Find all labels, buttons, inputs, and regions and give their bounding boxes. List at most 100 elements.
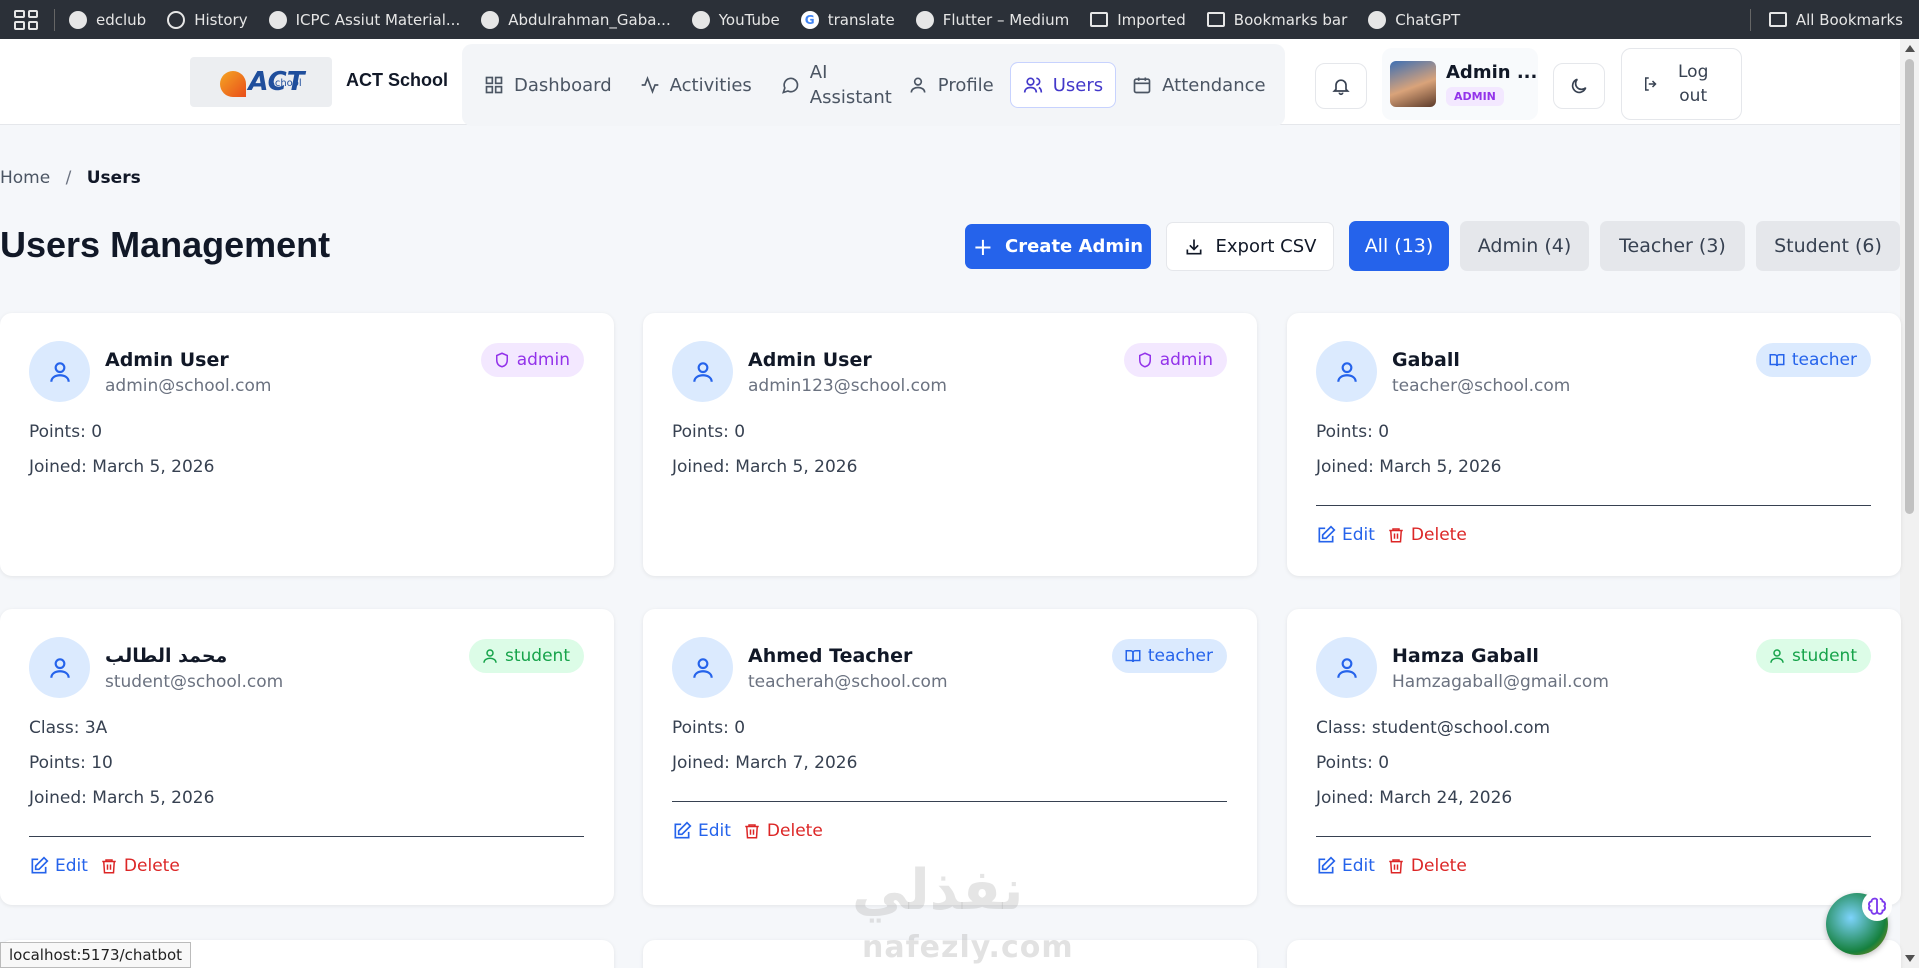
nav-activities[interactable]: Activities bbox=[628, 62, 764, 108]
bookmarks-bar: edclub History ICPC Assiut Material... A… bbox=[0, 0, 1919, 39]
brain-icon bbox=[1862, 891, 1892, 921]
bookmark-bookmarks-bar[interactable]: Bookmarks bar bbox=[1206, 11, 1347, 29]
theme-toggle-button[interactable] bbox=[1553, 63, 1605, 109]
bookmark-history[interactable]: History bbox=[167, 10, 248, 29]
scroll-down-icon[interactable] bbox=[1905, 955, 1915, 962]
delete-button[interactable]: Delete bbox=[743, 821, 823, 841]
bookmarks-divider bbox=[1749, 8, 1751, 31]
user-name: Admin User bbox=[105, 349, 229, 371]
filter-admin[interactable]: Admin (4) bbox=[1460, 221, 1589, 271]
user-email: student@school.com bbox=[105, 672, 284, 692]
bookmark-icpc[interactable]: ICPC Assiut Material... bbox=[268, 10, 460, 29]
user-icon bbox=[49, 657, 70, 678]
apps-grid-icon[interactable] bbox=[14, 9, 38, 30]
user-info: Admin ... ADMIN bbox=[1446, 62, 1537, 106]
trash-icon bbox=[1389, 528, 1403, 543]
filter-all[interactable]: All (13) bbox=[1349, 221, 1449, 271]
role-badge: admin bbox=[480, 343, 584, 377]
filter-teacher[interactable]: Teacher (3) bbox=[1600, 221, 1745, 271]
notifications-button[interactable] bbox=[1315, 63, 1367, 109]
bookmark-edclub[interactable]: edclub bbox=[69, 10, 146, 29]
user-card: Admin User admin123@school.com admin Poi… bbox=[643, 313, 1257, 576]
user-points: Points: 0 bbox=[1316, 753, 1390, 773]
edit-button[interactable]: Edit bbox=[1316, 856, 1375, 876]
user-class: Class: student@school.com bbox=[1316, 718, 1551, 738]
logout-icon bbox=[1645, 77, 1657, 91]
bookmark-translate[interactable]: Gtranslate bbox=[800, 10, 895, 29]
filter-student[interactable]: Student (6) bbox=[1756, 221, 1900, 271]
user-name: Admin User bbox=[748, 349, 872, 371]
chat-icon bbox=[781, 77, 799, 94]
trash-icon bbox=[102, 859, 116, 874]
user-icon bbox=[692, 657, 713, 678]
edit-button[interactable]: Edit bbox=[672, 821, 731, 841]
bookmark-chatgpt[interactable]: ChatGPT bbox=[1368, 10, 1460, 29]
user-card: محمد الطالب student@school.com student C… bbox=[0, 609, 614, 905]
role-badge: student bbox=[1756, 639, 1871, 673]
edit-button[interactable]: Edit bbox=[29, 856, 88, 876]
user-menu[interactable]: Admin ... ADMIN bbox=[1382, 48, 1538, 120]
user-avatar bbox=[29, 341, 90, 402]
trash-icon bbox=[1389, 859, 1403, 874]
user-joined: Joined: March 5, 2026 bbox=[672, 457, 858, 477]
plus-icon: + bbox=[972, 232, 994, 261]
user-email: teacher@school.com bbox=[1392, 376, 1571, 396]
google-icon: G bbox=[800, 10, 819, 29]
nav-profile[interactable]: Profile bbox=[896, 62, 1006, 108]
bookmark-flutter[interactable]: Flutter – Medium bbox=[915, 10, 1069, 29]
activity-icon bbox=[641, 75, 658, 95]
card-divider bbox=[672, 801, 1227, 802]
logout-button[interactable]: Log out bbox=[1621, 48, 1742, 120]
user-joined: Joined: March 5, 2026 bbox=[1316, 457, 1502, 477]
user-icon bbox=[692, 361, 713, 382]
scrollbar-thumb[interactable] bbox=[1905, 59, 1914, 514]
globe-icon bbox=[691, 10, 710, 29]
chatgpt-icon bbox=[1368, 10, 1387, 29]
all-bookmarks[interactable]: All Bookmarks bbox=[1768, 11, 1903, 29]
breadcrumb-separator: / bbox=[65, 168, 72, 188]
role-badge: teacher bbox=[1755, 343, 1871, 377]
edit-button[interactable]: Edit bbox=[1316, 525, 1375, 545]
watermark-latin: nafezly.com bbox=[862, 930, 1074, 965]
user-points: Points: 0 bbox=[1316, 422, 1390, 442]
delete-button[interactable]: Delete bbox=[1387, 525, 1467, 545]
create-admin-button[interactable]: + Create Admin bbox=[965, 224, 1151, 269]
school-logo[interactable]: ACT School bbox=[190, 57, 332, 107]
chatbot-button[interactable] bbox=[1826, 891, 1892, 955]
nav-users[interactable]: Users bbox=[1009, 62, 1117, 108]
bookmarks-divider bbox=[54, 8, 55, 31]
folder-icon bbox=[1768, 12, 1787, 27]
bell-icon bbox=[1332, 79, 1350, 96]
nav-attendance[interactable]: Attendance bbox=[1120, 62, 1277, 108]
user-avatar bbox=[1316, 341, 1377, 402]
delete-button[interactable]: Delete bbox=[100, 856, 180, 876]
nav-ai-assistant[interactable]: AI Assistant bbox=[768, 62, 892, 108]
scroll-up-icon[interactable] bbox=[1905, 45, 1915, 52]
breadcrumb-home[interactable]: Home bbox=[0, 168, 50, 188]
edit-icon bbox=[31, 856, 49, 874]
bookmark-youtube[interactable]: YouTube bbox=[691, 10, 780, 29]
globe-icon bbox=[915, 10, 934, 29]
user-card: Hamza Gaball Hamzagaball@gmail.com stude… bbox=[1287, 609, 1901, 905]
clock-icon bbox=[167, 10, 186, 29]
user-avatar bbox=[672, 637, 733, 698]
delete-button[interactable]: Delete bbox=[1387, 856, 1467, 876]
bookmark-imported[interactable]: Imported bbox=[1090, 11, 1186, 29]
main-nav: Dashboard Activities AI Assistant Profil… bbox=[462, 44, 1285, 126]
globe-icon bbox=[481, 10, 500, 29]
user-name: Ahmed Teacher bbox=[748, 645, 913, 667]
user-role-badge: ADMIN bbox=[1446, 87, 1504, 106]
globe-icon bbox=[268, 10, 287, 29]
user-name: Hamza Gaball bbox=[1392, 645, 1539, 667]
edit-icon bbox=[1318, 856, 1336, 874]
card-actions: Edit Delete bbox=[672, 821, 823, 841]
user-email: admin123@school.com bbox=[748, 376, 947, 396]
export-csv-button[interactable]: Export CSV bbox=[1166, 222, 1334, 271]
page-scrollbar[interactable] bbox=[1900, 39, 1919, 968]
bookmark-abdulrahman[interactable]: Abdulrahman_Gaba... bbox=[481, 10, 671, 29]
user-icon bbox=[910, 77, 926, 93]
nav-dashboard[interactable]: Dashboard bbox=[472, 62, 624, 108]
user-email: admin@school.com bbox=[105, 376, 272, 396]
shield-icon bbox=[495, 352, 508, 368]
user-icon bbox=[483, 649, 497, 663]
